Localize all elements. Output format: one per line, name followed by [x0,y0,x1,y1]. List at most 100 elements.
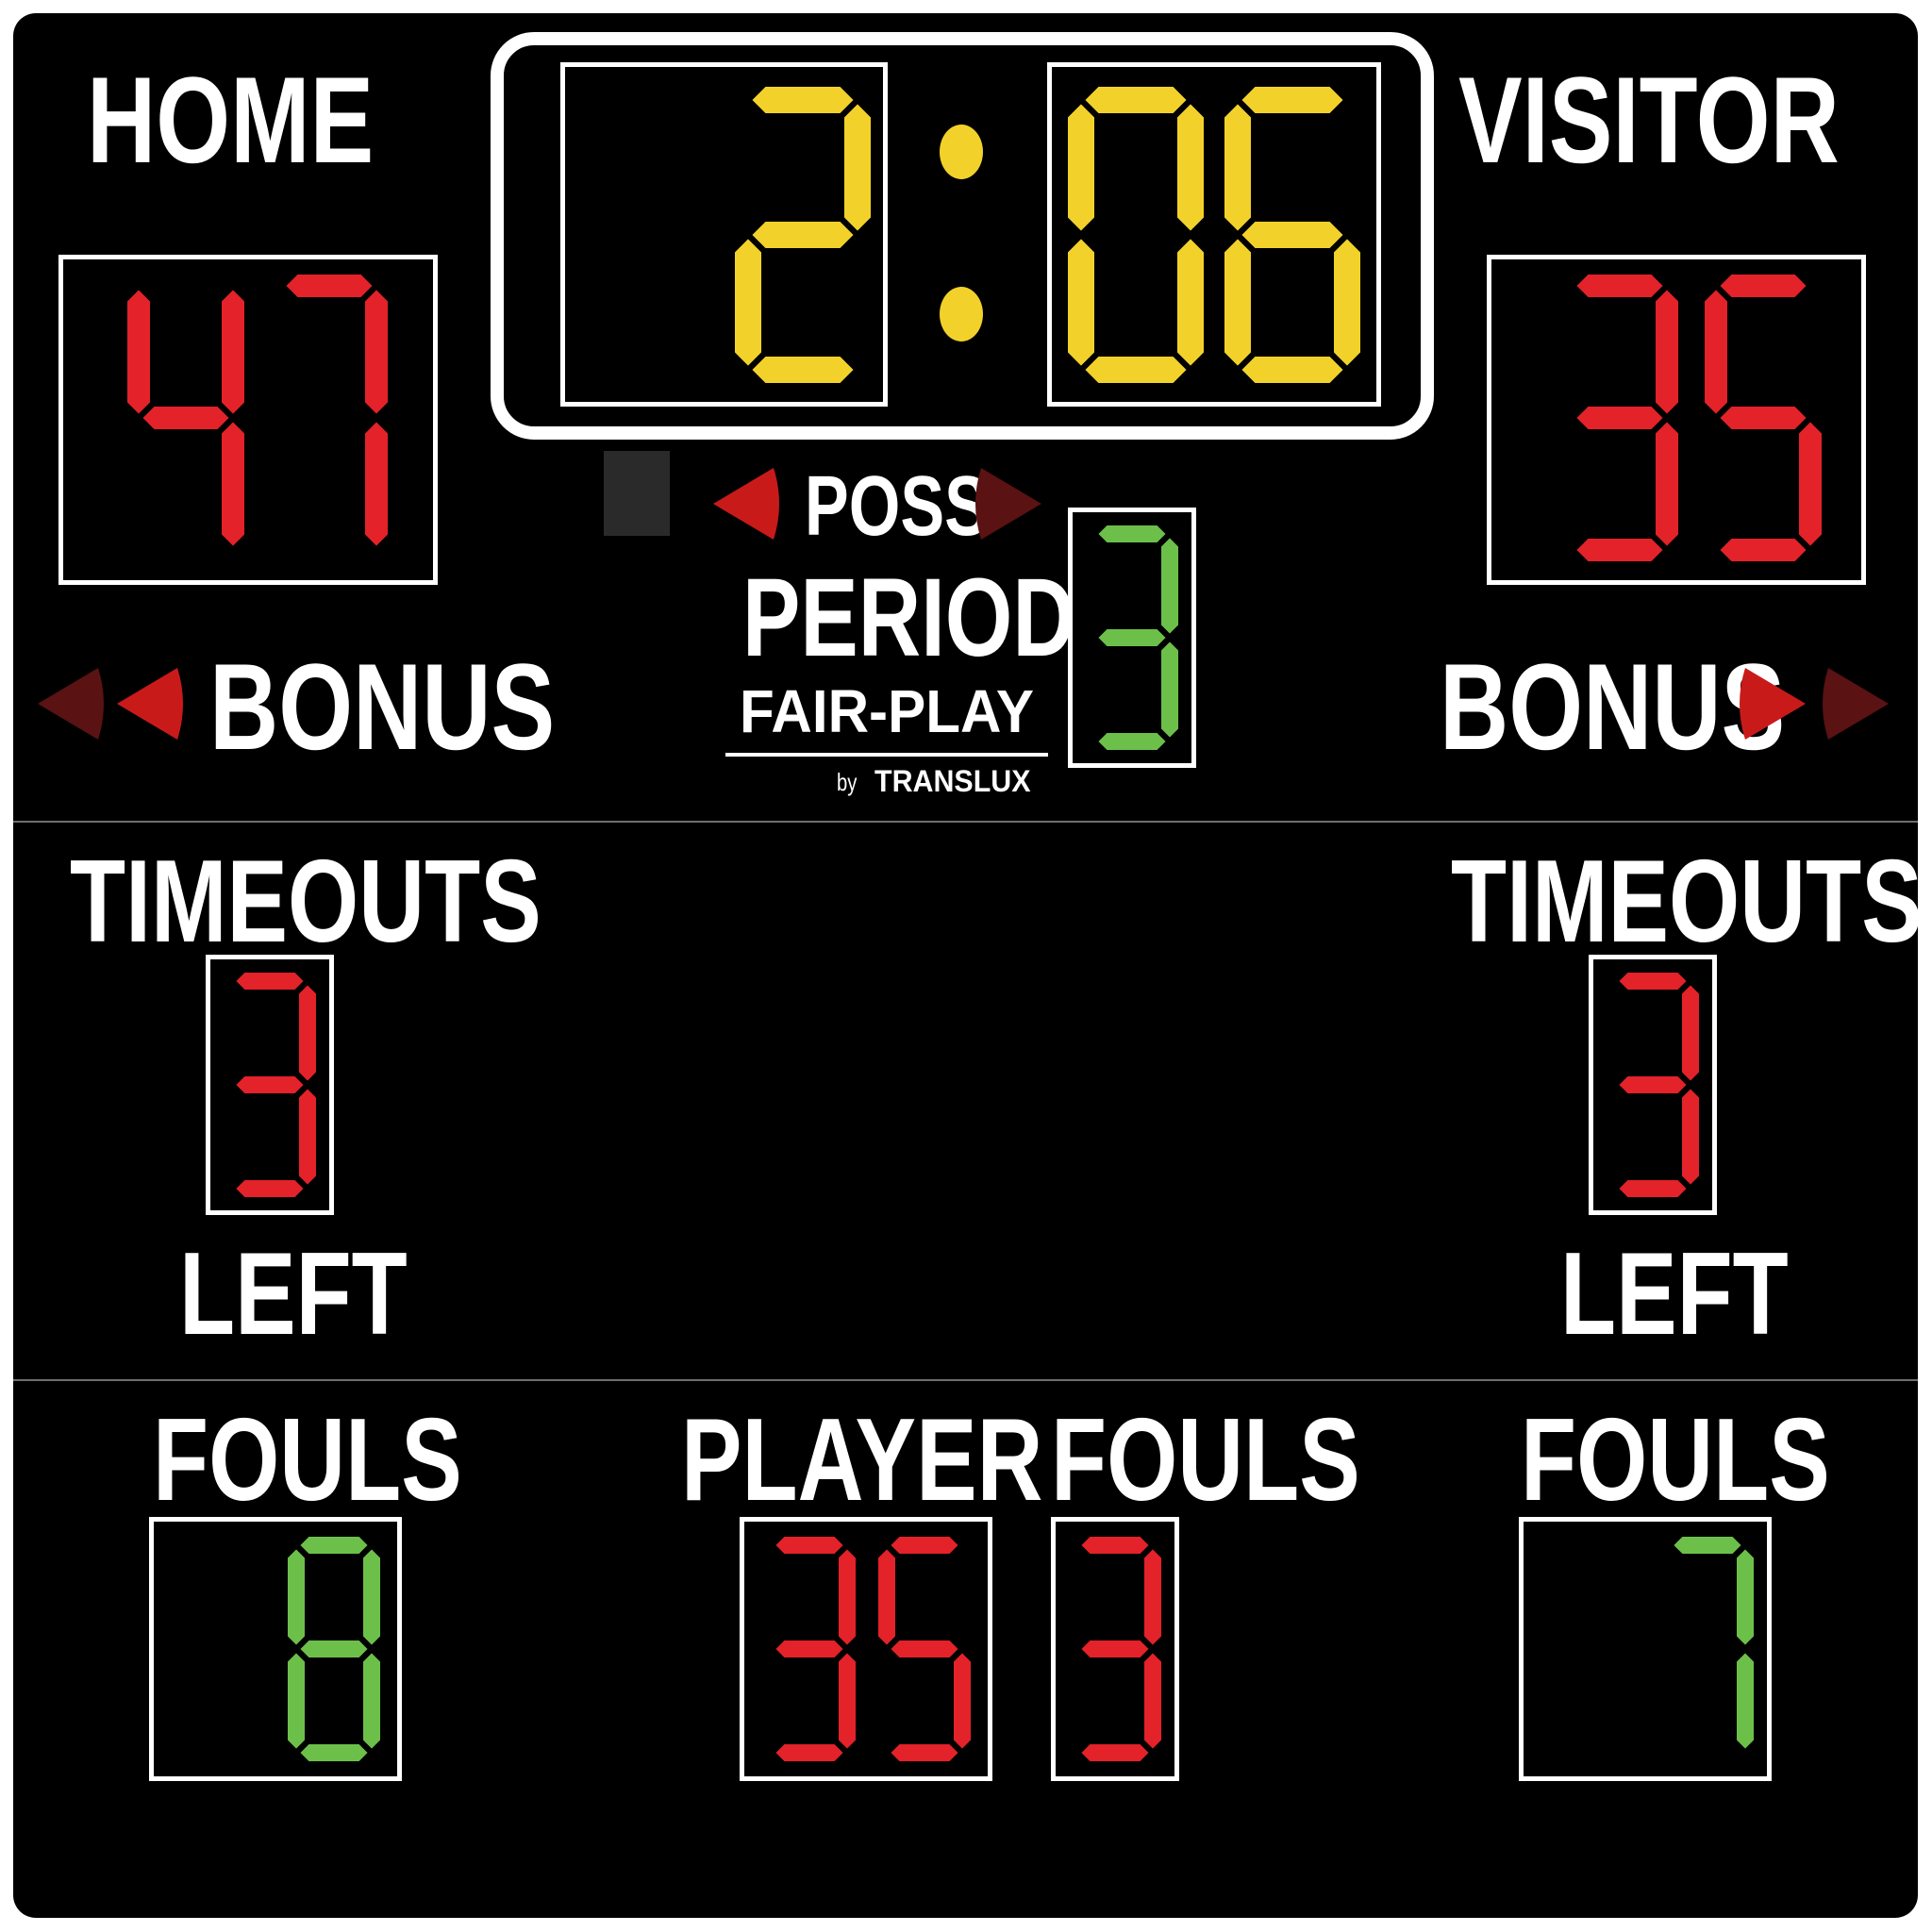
visitor-fouls-digits-svg [1671,1535,1756,1752]
segment-f [1223,101,1253,234]
segment-f [286,1546,307,1648]
player-fouls-label: FOULS [1051,1395,1360,1525]
segment-c [1142,1650,1163,1752]
segment-a [1671,1535,1744,1556]
segment-c [361,1650,382,1752]
visitor-timeouts-digits [1604,970,1702,1200]
segment-a [1078,1535,1152,1556]
segment-b [837,1546,858,1648]
digit-7 [1671,1535,1756,1752]
home-bonus-label: BONUS [209,638,556,775]
segment-b [220,287,246,417]
segment-d [1239,355,1346,385]
segment-c [1332,236,1362,369]
visitor-timeouts-digits-svg [1616,971,1701,1199]
possession-visitor-arrow-icon [975,468,1041,540]
segment-g [297,1639,371,1659]
home-fouls-digits [285,1534,383,1764]
segment-a [1239,85,1346,115]
home-timeouts-left-label: LEFT [179,1229,408,1359]
clock-colon-bottom-dot [940,287,983,341]
segment-b [361,1546,382,1648]
digit-3 [1574,273,1680,563]
horn-indicator-light [604,451,670,536]
home-score-digits [125,272,391,564]
segment-c [363,419,390,549]
digit-3 [773,1535,858,1763]
segment-e [733,236,763,369]
clock-seconds-digits-svg [1066,85,1362,385]
segment-c [952,1650,973,1752]
digit-3 [233,971,318,1199]
clock-seconds-digits [1065,84,1363,386]
visitor-fouls-label: FOULS [1521,1395,1830,1525]
player-number-digits [760,1534,974,1764]
visitor-bonus-outer-arrow-icon [1823,668,1889,740]
digit-3 [1095,524,1180,752]
segment-b [842,101,873,234]
segment-g [1574,405,1666,431]
segment-a [1717,273,1809,299]
segment-g [1078,1639,1152,1659]
home-bonus-outer-arrow-icon [38,668,104,740]
segment-d [749,355,857,385]
segment-c [1159,639,1180,741]
segment-a [749,85,857,115]
segment-g [749,220,857,250]
brand-name: FAIR-PLAY [740,677,1034,745]
segment-g [1616,1074,1690,1095]
visitor-timeouts-label: TIMEOUTS [1451,837,1918,967]
fair-play-logo: FAIR-PLAY by TRANSLUX [716,681,1058,798]
clock-colon [940,125,987,341]
player-number-digits-svg [773,1535,973,1763]
player-fouls-digits-svg [1078,1535,1163,1763]
segment-e [286,1650,307,1752]
segment-f [125,287,152,417]
brand-maker: TRANSLUX [874,764,1031,798]
digit-5 [1703,273,1824,563]
segment-g [1239,220,1346,250]
segment-d [773,1742,846,1763]
digit-5 [876,1535,973,1763]
period-digits-svg [1095,524,1180,752]
segment-c [837,1650,858,1752]
segment-b [1735,1546,1756,1648]
visitor-score-digits [1558,272,1824,564]
segment-b [1159,535,1180,637]
segment-b [1175,101,1206,234]
segment-b [297,982,318,1084]
digit-8 [286,1535,382,1763]
player-label: PLAYER [681,1395,1043,1525]
segment-g [1095,627,1169,648]
segment-e [1066,236,1096,369]
segment-g [773,1639,846,1659]
segment-b [1142,1546,1163,1648]
player-fouls-digits [1066,1534,1164,1764]
segment-c [1175,236,1206,369]
segment-d [1616,1178,1690,1199]
segment-a [233,971,307,991]
segment-f [1066,101,1096,234]
segment-c [220,419,246,549]
segment-a [297,1535,371,1556]
segment-a [1082,85,1190,115]
segment-g [1717,405,1809,431]
clock-colon-top-dot [940,125,983,179]
clock-minutes-digits [732,84,874,386]
possession-home-arrow-icon [713,468,779,540]
segment-d [1078,1742,1152,1763]
lower-divider [13,1379,1918,1381]
digit-3 [1078,1535,1163,1763]
digit-0 [1066,85,1206,385]
digit-3 [1616,971,1701,1199]
segment-a [888,1535,961,1556]
segment-a [1574,273,1666,299]
digit-6 [1223,85,1362,385]
segment-c [1735,1650,1756,1752]
home-label: HOME [87,51,375,189]
segment-d [1095,731,1169,752]
segment-c [297,1086,318,1188]
home-score-digits-svg [125,273,390,549]
segment-b [363,287,390,417]
segment-g [140,405,232,431]
